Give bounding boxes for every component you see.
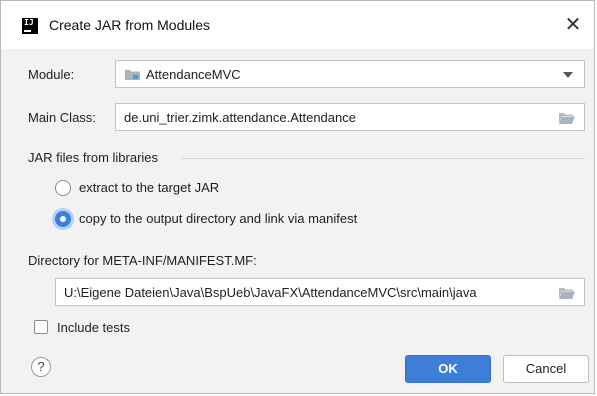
cancel-button[interactable]: Cancel bbox=[503, 355, 589, 383]
module-folder-icon bbox=[125, 70, 140, 80]
create-jar-dialog: IJ Create JAR from Modules ✕ Module: Att… bbox=[0, 0, 595, 394]
help-icon: ? bbox=[37, 359, 45, 374]
manifest-directory-field[interactable]: U:\Eigene Dateien\Java\BspUeb\JavaFX\Att… bbox=[55, 278, 585, 306]
main-class-value: de.uni_trier.zimk.attendance.Attendance bbox=[124, 110, 356, 125]
include-tests-label[interactable]: Include tests bbox=[57, 320, 130, 335]
title-bar[interactable]: IJ Create JAR from Modules ✕ bbox=[1, 1, 594, 49]
module-select-value: AttendanceMVC bbox=[146, 67, 241, 82]
folder-browse-icon[interactable] bbox=[559, 112, 575, 124]
app-icon-text: IJ bbox=[24, 18, 34, 27]
radio-copy-to-output-directory[interactable] bbox=[55, 211, 71, 227]
close-button[interactable]: ✕ bbox=[558, 9, 588, 39]
include-tests-checkbox[interactable] bbox=[34, 320, 48, 334]
ok-button[interactable]: OK bbox=[405, 355, 491, 383]
close-icon: ✕ bbox=[564, 12, 582, 36]
main-class-label: Main Class: bbox=[28, 110, 96, 125]
section-separator bbox=[182, 158, 585, 159]
radio-copy-label[interactable]: copy to the output directory and link vi… bbox=[79, 211, 357, 226]
manifest-directory-value: U:\Eigene Dateien\Java\BspUeb\JavaFX\Att… bbox=[64, 285, 477, 300]
radio-extract-label[interactable]: extract to the target JAR bbox=[79, 180, 219, 195]
dialog-title: Create JAR from Modules bbox=[49, 17, 211, 33]
intellij-app-icon: IJ bbox=[22, 18, 38, 34]
help-button[interactable]: ? bbox=[31, 357, 51, 377]
jar-libraries-section-title: JAR files from libraries bbox=[28, 150, 159, 165]
radio-extract-to-target-jar[interactable] bbox=[55, 180, 71, 196]
folder-browse-icon[interactable] bbox=[559, 287, 575, 299]
manifest-directory-label: Directory for META-INF/MANIFEST.MF: bbox=[28, 253, 257, 268]
main-class-field[interactable]: de.uni_trier.zimk.attendance.Attendance bbox=[115, 103, 585, 131]
module-select[interactable]: AttendanceMVC bbox=[115, 60, 585, 88]
module-label: Module: bbox=[28, 67, 75, 82]
chevron-down-icon bbox=[563, 72, 573, 78]
